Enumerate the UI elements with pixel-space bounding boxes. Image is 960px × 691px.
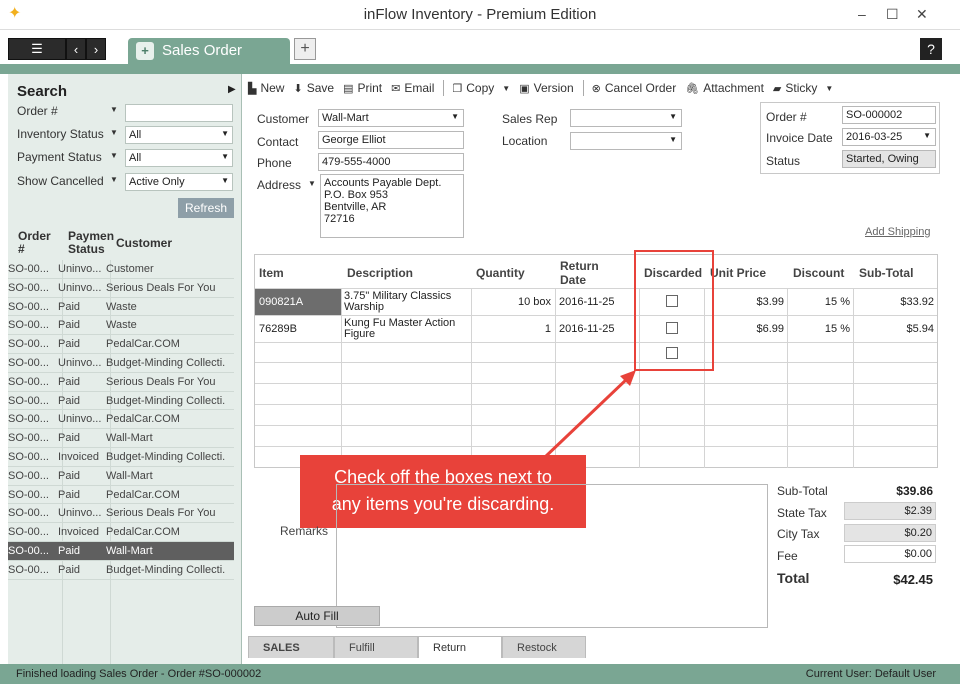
city-tax-value: $0.20 (844, 524, 936, 542)
subtotal-label: Sub-Total (777, 484, 828, 498)
tab-return[interactable]: Return (418, 636, 502, 658)
city-tax-label: City Tax (777, 527, 820, 541)
fee-field[interactable]: $0.00 (844, 545, 936, 563)
current-user: Current User: Default User (805, 668, 936, 680)
auto-fill-button[interactable]: Auto Fill (254, 606, 380, 626)
state-tax-value: $2.39 (844, 502, 936, 520)
remarks-field[interactable] (336, 484, 768, 628)
remarks-label: Remarks (280, 524, 329, 538)
total-value: $42.45 (893, 572, 933, 587)
tab-fulfill[interactable]: Fulfill (334, 636, 418, 658)
subtotal-value: $39.86 (896, 484, 933, 498)
tab-sales[interactable]: SALES (248, 636, 334, 658)
total-label: Total (777, 570, 810, 586)
fee-label: Fee (777, 549, 798, 563)
status-bar: Finished loading Sales Order - Order #SO… (0, 664, 960, 684)
status-message: Finished loading Sales Order - Order #SO… (16, 668, 262, 680)
state-tax-label: State Tax (777, 506, 827, 520)
tab-restock[interactable]: Restock (502, 636, 586, 658)
bottom-tabs: SALES Fulfill Return Restock (248, 636, 586, 658)
